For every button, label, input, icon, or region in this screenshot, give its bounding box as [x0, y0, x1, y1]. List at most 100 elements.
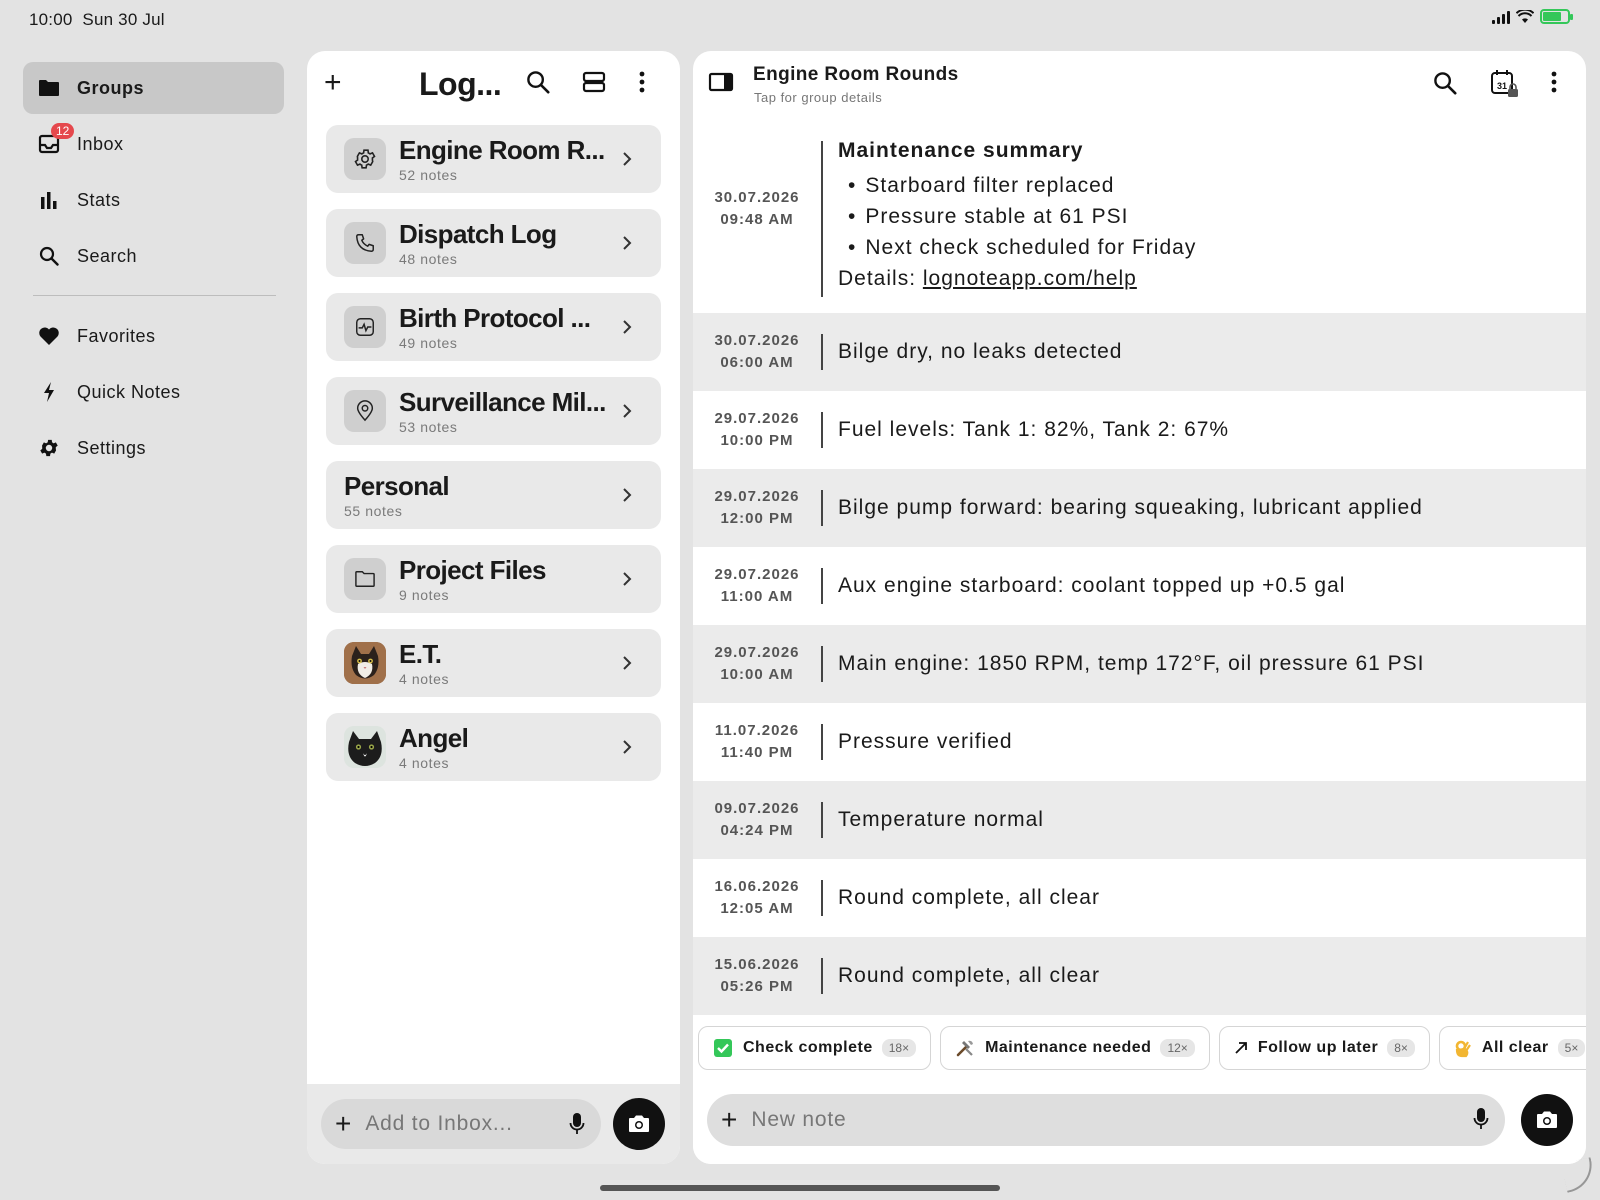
- group-count: 48 notes: [399, 251, 458, 267]
- microphone-icon[interactable]: [569, 1112, 585, 1141]
- group-card[interactable]: Personal 55 notes: [326, 461, 661, 529]
- sidebar-item-stats[interactable]: Stats: [23, 174, 284, 226]
- sidebar-item-favorites[interactable]: Favorites: [23, 310, 284, 362]
- group-card[interactable]: Birth Protocol ... 49 notes: [326, 293, 661, 361]
- folder-icon: [344, 558, 386, 600]
- sidebar-item-label: Groups: [77, 77, 145, 98]
- summary-bullet: Pressure stable at 61 PSI: [838, 201, 1196, 232]
- note-text: Fuel levels: Tank 1: 82%, Tank 2: 67%: [838, 418, 1230, 441]
- notes-header[interactable]: Engine Room Rounds Tap for group details…: [693, 51, 1586, 125]
- ok-hand-icon: [1454, 1038, 1472, 1058]
- battery-icon: [1540, 9, 1573, 24]
- entry-divider: [821, 958, 823, 994]
- note-entry[interactable]: 30.07.2026 06:00 AM Bilge dry, no leaks d…: [693, 313, 1586, 391]
- chip-follow-up-later[interactable]: Follow up later 8×: [1218, 1026, 1430, 1070]
- black-cat-photo-icon: [344, 726, 386, 768]
- more-menu-icon[interactable]: [639, 71, 645, 98]
- group-count: 9 notes: [399, 587, 450, 603]
- summary-bullet: Starboard filter replaced: [838, 170, 1196, 201]
- group-name: Angel: [399, 723, 469, 753]
- group-card[interactable]: Engine Room R... 52 notes: [326, 125, 661, 193]
- camera-button[interactable]: [1521, 1094, 1573, 1146]
- note-entry[interactable]: 29.07.2026 10:00 PM Fuel levels: Tank 1: …: [693, 391, 1586, 469]
- camera-icon: [1537, 1111, 1557, 1128]
- sidebar: Groups 12 Inbox Stats Search Favorites Q…: [23, 62, 284, 478]
- status-bar: 10:00 Sun 30 Jul: [0, 0, 1600, 38]
- note-entry[interactable]: 29.07.2026 11:00 AM Aux engine starboard:…: [693, 547, 1586, 625]
- group-name: Personal: [344, 471, 450, 501]
- note-entry[interactable]: 11.07.2026 11:40 PM Pressure verified: [693, 703, 1586, 781]
- group-subtitle[interactable]: Tap for group details: [754, 90, 882, 105]
- bar-chart-icon: [38, 189, 60, 211]
- group-count: 52 notes: [399, 167, 458, 183]
- cat-photo-icon: [344, 642, 386, 684]
- layout-toggle-icon[interactable]: [582, 70, 606, 99]
- add-attachment-button[interactable]: +: [721, 1106, 737, 1134]
- chevron-right-icon: [607, 655, 647, 671]
- note-entry-summary[interactable]: 30.07.2026 09:48 AM Maintenance summary …: [693, 125, 1586, 313]
- group-card[interactable]: E.T. 4 notes: [326, 629, 661, 697]
- group-card[interactable]: Angel 4 notes: [326, 713, 661, 781]
- sidebar-item-label: Search: [77, 245, 138, 266]
- summary-details: Details: lognoteapp.com/help: [838, 267, 1137, 290]
- chip-check-complete[interactable]: Check complete 18×: [698, 1026, 932, 1070]
- group-card[interactable]: Surveillance Mil... 53 notes: [326, 377, 661, 445]
- search-icon: [38, 245, 60, 267]
- note-timestamp: 30.07.2026 09:48 AM: [714, 189, 800, 228]
- group-card[interactable]: Dispatch Log 48 notes: [326, 209, 661, 277]
- search-icon[interactable]: [526, 70, 550, 99]
- svg-text:31: 31: [1497, 81, 1507, 91]
- chevron-right-icon: [607, 571, 647, 587]
- folder-icon: [38, 77, 60, 99]
- calendar-lock-icon[interactable]: 31: [1490, 69, 1520, 106]
- chevron-right-icon: [607, 151, 647, 167]
- chip-maintenance-needed[interactable]: Maintenance needed 12×: [940, 1026, 1210, 1070]
- note-text: Pressure verified: [838, 730, 1013, 753]
- sidebar-item-search[interactable]: Search: [23, 230, 284, 282]
- camera-button[interactable]: [613, 1098, 665, 1150]
- note-timestamp: 09.07.2026 04:24 PM: [714, 800, 800, 839]
- group-name: Dispatch Log: [399, 219, 557, 249]
- sidebar-item-inbox[interactable]: 12 Inbox: [23, 118, 284, 170]
- note-timestamp: 29.07.2026 11:00 AM: [714, 566, 800, 605]
- inbox-input[interactable]: [365, 1112, 556, 1136]
- note-entry[interactable]: 15.06.2026 05:26 PM Round complete, all c…: [693, 937, 1586, 1015]
- group-card[interactable]: Project Files 9 notes: [326, 545, 661, 613]
- note-list: 30.07.2026 09:48 AM Maintenance summary …: [693, 125, 1586, 1015]
- corner-decoration: [1561, 1157, 1597, 1193]
- add-attachment-button[interactable]: +: [335, 1110, 351, 1138]
- note-entry[interactable]: 16.06.2026 12:05 AM Round complete, all c…: [693, 859, 1586, 937]
- group-count: 55 notes: [344, 503, 403, 519]
- group-name: Engine Room R...: [399, 135, 605, 165]
- note-timestamp: 30.07.2026 06:00 AM: [714, 332, 800, 371]
- note-entry[interactable]: 09.07.2026 04:24 PM Temperature normal: [693, 781, 1586, 859]
- details-link[interactable]: lognoteapp.com/help: [923, 267, 1137, 290]
- new-note-input[interactable]: [751, 1108, 1432, 1132]
- group-list: Engine Room R... 52 notes Dispatch Log 4…: [307, 125, 680, 781]
- note-entry[interactable]: 29.07.2026 10:00 AM Main engine: 1850 RPM…: [693, 625, 1586, 703]
- sidebar-toggle-icon[interactable]: [708, 71, 734, 98]
- gear-icon: [344, 138, 386, 180]
- page-title: Log...: [419, 66, 502, 102]
- sidebar-item-settings[interactable]: Settings: [23, 422, 284, 474]
- search-icon[interactable]: [1433, 71, 1457, 100]
- groups-header: + Log...: [307, 51, 680, 117]
- wifi-icon: [1516, 9, 1534, 23]
- group-name: Project Files: [399, 555, 546, 585]
- add-group-button[interactable]: +: [324, 68, 342, 98]
- chip-all-clear[interactable]: All clear 5×: [1438, 1026, 1586, 1070]
- home-indicator[interactable]: [600, 1185, 1000, 1191]
- phone-icon: [344, 222, 386, 264]
- group-name: Surveillance Mil...: [399, 387, 606, 417]
- note-text: Round complete, all clear: [838, 964, 1100, 987]
- summary-title: Maintenance summary: [838, 139, 1084, 162]
- chevron-right-icon: [607, 739, 647, 755]
- sidebar-item-quick-notes[interactable]: Quick Notes: [23, 366, 284, 418]
- more-menu-icon[interactable]: [1551, 71, 1557, 98]
- sidebar-item-groups[interactable]: Groups: [23, 62, 284, 114]
- note-entry[interactable]: 29.07.2026 12:00 PM Bilge pump forward: b…: [693, 469, 1586, 547]
- microphone-icon[interactable]: [1473, 1107, 1489, 1136]
- quick-reply-chips: Check complete 18× Maintenance needed 12…: [693, 1026, 1586, 1078]
- group-title[interactable]: Engine Room Rounds: [753, 64, 959, 86]
- entry-divider: [821, 568, 823, 604]
